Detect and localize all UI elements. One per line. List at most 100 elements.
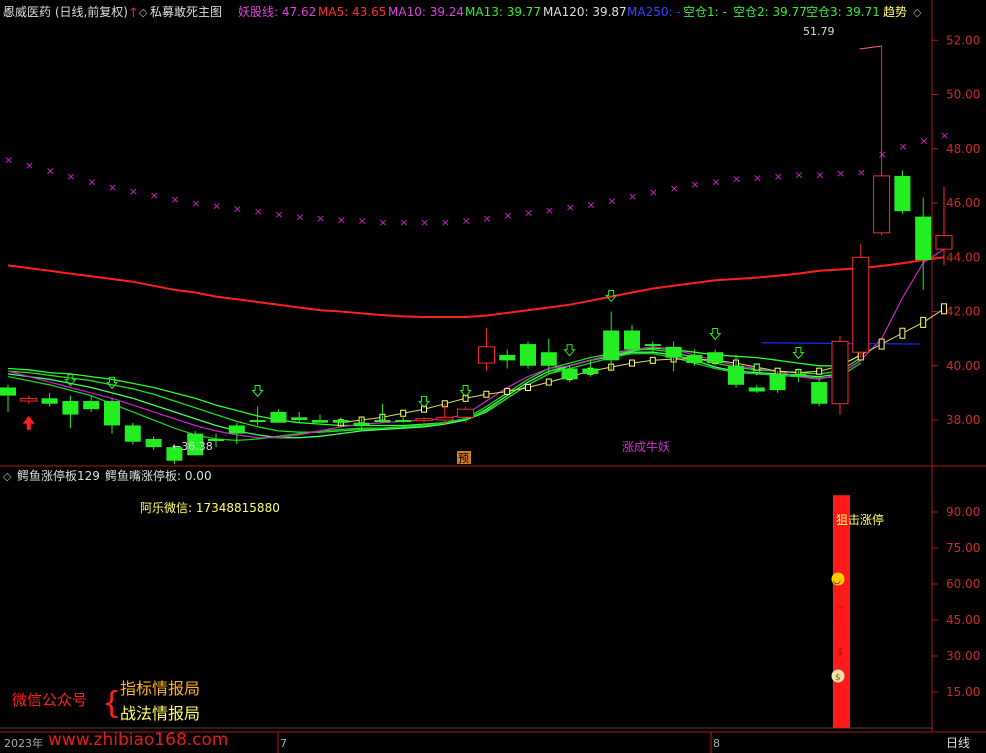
candle-body bbox=[561, 368, 578, 380]
price-tick-label: 40.00 bbox=[946, 359, 980, 373]
price-tick-label: 46.00 bbox=[946, 196, 980, 210]
yao-marker: × bbox=[774, 170, 783, 183]
candle-body bbox=[728, 365, 744, 385]
candle-body bbox=[894, 175, 911, 212]
indicator-tick-label: 15.00 bbox=[946, 685, 980, 699]
collapse-icon[interactable]: ◇ bbox=[913, 6, 922, 19]
yao-marker: × bbox=[878, 148, 887, 161]
trend-box bbox=[816, 367, 823, 375]
trend-box bbox=[483, 390, 490, 398]
yao-marker: × bbox=[4, 154, 13, 167]
wechat-contact: 阿乐微信: 17348815880 bbox=[140, 501, 280, 515]
trend-box bbox=[920, 316, 927, 328]
axis-year-label: 2023年 bbox=[4, 736, 43, 750]
sub-indicator-value: 鳄鱼嘴涨停板: 0.00 bbox=[105, 468, 212, 483]
candle-body bbox=[790, 373, 807, 377]
up-arrow-icon: ↑ bbox=[128, 6, 139, 21]
candle-body bbox=[686, 354, 703, 364]
candle-body bbox=[915, 216, 932, 260]
candle-body bbox=[540, 352, 557, 366]
yao-marker: × bbox=[150, 189, 159, 202]
price-tick-label: 52.00 bbox=[946, 33, 980, 47]
yao-marker: × bbox=[337, 213, 346, 226]
legend-trend: 趋势 bbox=[883, 5, 907, 19]
yao-marker: × bbox=[295, 211, 304, 224]
candle-body bbox=[582, 368, 599, 374]
trend-box bbox=[545, 378, 552, 386]
yao-marker: × bbox=[857, 166, 866, 179]
legend-kc1: 空仓1: - bbox=[683, 5, 727, 19]
yao-marker: × bbox=[254, 205, 263, 218]
candle-body bbox=[83, 401, 100, 410]
sniper-label: 狙击涨停 bbox=[836, 512, 884, 527]
candle-body bbox=[62, 401, 79, 415]
sub-settings-icon[interactable]: ◇ bbox=[3, 470, 12, 483]
legend-kc2: 空仓2: 39.77 bbox=[733, 5, 807, 19]
yao-marker: × bbox=[898, 140, 907, 153]
candle-body bbox=[124, 425, 141, 442]
yao-marker: × bbox=[87, 175, 96, 188]
candle-body bbox=[0, 387, 16, 396]
yao-marker: × bbox=[628, 190, 637, 203]
candle-body bbox=[374, 420, 391, 423]
axis-month-7: 7 bbox=[280, 737, 287, 750]
price-tick-label: 38.00 bbox=[946, 413, 980, 427]
yao-marker: × bbox=[129, 185, 138, 198]
money-bag-mark: $ bbox=[835, 673, 841, 683]
trend-box bbox=[504, 388, 511, 396]
candle-body bbox=[270, 411, 287, 423]
yao-marker: × bbox=[274, 208, 283, 221]
yao-marker: × bbox=[358, 215, 367, 228]
candle-body bbox=[520, 344, 536, 366]
candle-body bbox=[20, 397, 38, 402]
indicator-title: 私募敢死主图 bbox=[150, 5, 222, 19]
trend-box bbox=[629, 359, 635, 367]
trend-box bbox=[400, 409, 407, 417]
promo-zhanfa: 战法情报局 bbox=[120, 704, 200, 723]
candle-body bbox=[831, 340, 849, 405]
candle-body bbox=[935, 235, 953, 250]
candle-body bbox=[603, 330, 620, 361]
yao-marker: × bbox=[46, 164, 55, 177]
yao-marker: × bbox=[170, 193, 179, 206]
indicator-tick-label: 60.00 bbox=[946, 577, 980, 591]
yao-marker: × bbox=[316, 212, 325, 225]
wechat-account-label: 微信公众号 bbox=[12, 691, 87, 709]
yao-marker: × bbox=[753, 171, 762, 184]
trend-box bbox=[753, 363, 760, 371]
candle-body bbox=[499, 354, 516, 361]
candle-body bbox=[707, 352, 724, 364]
smile-face: ◡ bbox=[833, 576, 841, 586]
yao-marker: × bbox=[836, 167, 845, 180]
legend-ma250: MA250: - bbox=[627, 5, 681, 19]
price-tick-label: 44.00 bbox=[946, 250, 980, 264]
indicator-tick-label: 45.00 bbox=[946, 613, 980, 627]
yao-marker: × bbox=[607, 194, 616, 207]
candle-body bbox=[291, 417, 308, 421]
sub-indicator-name: 鳄鱼涨停板129 bbox=[17, 468, 100, 483]
yao-marker: × bbox=[191, 197, 200, 210]
watermark-url: www.zhibiao168.com bbox=[48, 730, 228, 750]
yao-marker: × bbox=[649, 186, 658, 199]
yao-marker: × bbox=[711, 175, 720, 188]
yao-marker: × bbox=[420, 216, 429, 229]
yao-marker: × bbox=[524, 207, 533, 220]
trend-box bbox=[649, 356, 656, 364]
high-price-label: 51.79 bbox=[803, 25, 835, 38]
indicator-tick-label: 75.00 bbox=[946, 541, 980, 555]
yao-marker: × bbox=[462, 215, 471, 228]
candle-body bbox=[436, 416, 454, 421]
period-label[interactable]: 日线 bbox=[946, 736, 970, 750]
candle-body bbox=[395, 420, 412, 423]
candle-body bbox=[415, 418, 433, 422]
trend-box bbox=[878, 338, 885, 350]
yao-marker: × bbox=[690, 178, 699, 191]
candle-body bbox=[41, 398, 58, 404]
bar-mark: $ bbox=[837, 647, 843, 658]
bar-mark: ^ bbox=[837, 605, 845, 616]
settings-icon-2[interactable]: ◇ bbox=[139, 6, 148, 19]
candle-body bbox=[457, 408, 475, 418]
promo-zhibiao: 指标情报局 bbox=[120, 679, 200, 698]
stock-chart[interactable]: × × × × × × × × × × × × × × × × × × × × × × × × × × × × × × × × × × × × × × × ×… bbox=[0, 0, 986, 753]
candle-body bbox=[769, 373, 786, 391]
